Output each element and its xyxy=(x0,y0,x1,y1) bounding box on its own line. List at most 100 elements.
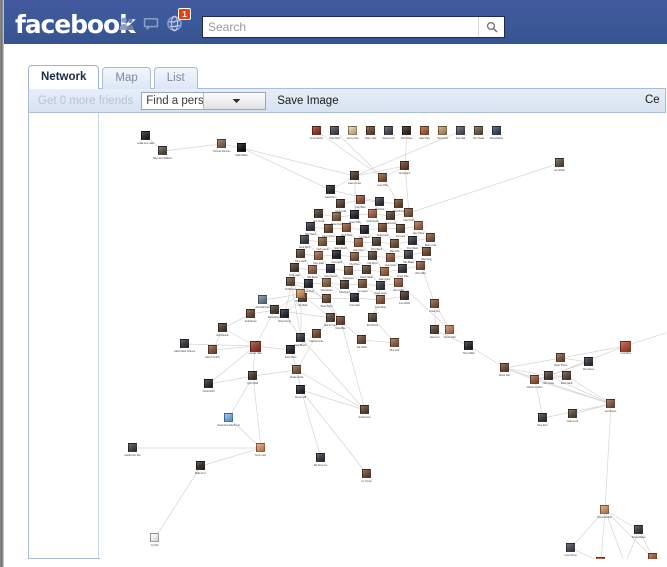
graph-node[interactable]: Alec Shaw xyxy=(413,221,424,235)
graph-node[interactable]: Mae Holt xyxy=(390,239,399,253)
search-input[interactable] xyxy=(203,17,478,37)
graph-node[interactable]: Emil Rossi xyxy=(367,313,378,327)
graph-node[interactable]: Toby Nash xyxy=(295,249,306,263)
graph-node[interactable]: Ines Wolfe xyxy=(399,291,410,305)
graph-node[interactable]: Raymond Watson xyxy=(153,146,172,160)
toolbar-right-label[interactable]: Ce xyxy=(645,94,661,106)
search-button[interactable] xyxy=(478,17,504,37)
graph-node[interactable]: Noelle Frank xyxy=(290,365,303,379)
graph-node[interactable]: Aziz Rahman xyxy=(255,295,270,309)
graph-node[interactable]: Nell Burke xyxy=(307,265,318,279)
graph-node[interactable]: Pia Grieve xyxy=(583,357,594,371)
tab-list[interactable]: List xyxy=(153,67,198,89)
graph-node[interactable]: Nina Frost xyxy=(331,212,342,226)
find-person-dropdown[interactable]: Find a person... xyxy=(141,91,267,110)
graph-node[interactable]: Kai Odell xyxy=(357,335,366,349)
graph-node[interactable]: Cleo Dale xyxy=(313,251,324,265)
graph-node[interactable]: Liam Pike xyxy=(377,173,388,187)
graph-node[interactable]: Petra Kline xyxy=(285,345,296,359)
graph-node[interactable]: Jude Rowe xyxy=(244,309,257,323)
graph-node[interactable]: Nora Birch xyxy=(299,235,310,249)
graph-node[interactable]: Marcel Ames xyxy=(310,329,324,343)
graph-node[interactable]: Anne Morris xyxy=(310,126,323,140)
graph-node[interactable]: Nina Ferri xyxy=(537,413,548,427)
graph-node[interactable]: Elsa Gray xyxy=(421,247,432,261)
graph-node[interactable]: Rosa Medina xyxy=(597,505,612,519)
graph-node[interactable]: Ruth Doyle xyxy=(367,209,379,223)
graph-node[interactable]: Wren Ellis xyxy=(415,261,426,275)
graph-node[interactable]: Ezra Lake xyxy=(289,263,300,277)
graph-node[interactable]: Hugh Best xyxy=(341,223,352,237)
graph-node[interactable]: Jade Flynn xyxy=(353,238,364,252)
graph-node[interactable]: Hector Vale xyxy=(249,341,262,355)
graph-node[interactable]: Owen Platt xyxy=(349,210,360,224)
graph-node[interactable]: Nola Pike xyxy=(335,316,346,330)
graph-node[interactable]: Paul Shaw xyxy=(401,126,412,140)
facebook-logo[interactable]: facebook xyxy=(15,12,136,37)
graph-node[interactable]: Marta Lio Ricci xyxy=(527,375,542,389)
graph-node[interactable]: Cody Lamb xyxy=(316,237,329,251)
graph-node[interactable]: Isla Vance xyxy=(343,266,354,280)
graph-node[interactable]: Zara Bloom xyxy=(294,333,307,347)
graph-node[interactable]: Dan Pratt xyxy=(403,208,414,222)
graph-node[interactable]: Eden Rush xyxy=(335,236,347,250)
graph-node[interactable]: Bella Cruz xyxy=(195,461,206,475)
graph-node[interactable]: Niamh Corbin xyxy=(205,345,220,359)
graph-node[interactable]: Kit Barnes xyxy=(285,277,296,291)
graph-node[interactable]: Cara Dunn xyxy=(325,185,336,199)
graph-node[interactable]: Milo Reed xyxy=(305,222,316,236)
graph-node[interactable]: Rosa Marsh xyxy=(490,126,503,140)
graph-node[interactable]: Dario Tosca xyxy=(554,353,567,367)
graph-node[interactable]: Beau Trent xyxy=(321,294,332,308)
graph-node[interactable]: Tom Reed xyxy=(473,126,484,140)
save-image-button[interactable]: Save Image xyxy=(277,95,338,107)
graph-node[interactable]: Elvio Nardi xyxy=(561,371,572,385)
graph-node[interactable]: Faye Quinn xyxy=(322,224,335,238)
network-graph[interactable]: Leslie Ann Lake Raymond Watson Thomas Dunc… xyxy=(100,113,666,559)
graph-node[interactable]: Jonah Pike xyxy=(397,264,409,278)
graph-node[interactable]: Amara Ince xyxy=(358,405,371,419)
graph-node[interactable]: Abe Cross xyxy=(313,209,324,223)
graph-node[interactable]: Selma Cope xyxy=(324,313,337,327)
graph-node[interactable]: Ronan Hill xyxy=(295,385,306,399)
graph-node[interactable]: Mona Sarr xyxy=(499,363,510,377)
graph-node[interactable]: Sara Lyons xyxy=(382,126,395,140)
graph-node[interactable]: Zoe Rae xyxy=(375,197,384,211)
graph-node[interactable]: Bryn Hale xyxy=(295,289,306,303)
messages-icon[interactable] xyxy=(142,14,159,32)
graph-node[interactable]: Cora Vale xyxy=(349,293,360,307)
graph-node[interactable]: Ian Webb xyxy=(554,158,565,172)
graph-node[interactable]: Otis Blake xyxy=(403,250,414,264)
graph-node[interactable]: Ivy Crook xyxy=(361,469,372,483)
graph-node[interactable]: Mira Volk xyxy=(390,338,399,352)
graph-node[interactable]: Adam Hart xyxy=(365,126,376,140)
graph-node[interactable]: Leslie Ann Lake xyxy=(137,131,154,145)
graph-node[interactable]: Tomas Bravo xyxy=(631,525,646,539)
graph-node[interactable]: Hal Dunn xyxy=(367,251,378,265)
graph-node[interactable]: Rory Beck xyxy=(371,237,382,251)
graph-canvas[interactable]: Leslie Ann Lake Raymond Watson Thomas Dunc… xyxy=(28,113,666,559)
graph-node[interactable]: Tess Bond xyxy=(393,199,404,213)
graph-node[interactable]: Ken Bliss xyxy=(356,195,366,209)
graph-node[interactable]: Kate Lomax xyxy=(348,171,361,185)
search-box[interactable] xyxy=(202,16,505,38)
graph-node[interactable]: Tara Finch xyxy=(339,280,350,294)
graph-node[interactable]: Sage Hope xyxy=(374,281,387,295)
graph-node[interactable]: Greta Lim xyxy=(429,299,440,313)
graph-node[interactable]: Pia Moss xyxy=(350,252,360,266)
graph-node[interactable]: Vera Snow xyxy=(385,253,396,267)
graph-node[interactable]: Dex Moran xyxy=(321,278,332,292)
graph-node[interactable]: Bram Cole xyxy=(425,233,436,247)
friend-requests-icon[interactable] xyxy=(118,14,135,32)
graph-node[interactable]: Gus Field xyxy=(331,250,342,264)
tab-map[interactable]: Map xyxy=(102,67,151,89)
tab-network[interactable]: Network xyxy=(28,65,100,89)
graph-node[interactable]: Finn Ward xyxy=(407,236,418,250)
graph-node[interactable]: Luca Bray xyxy=(375,295,386,309)
graph-node[interactable]: Quinn Bell xyxy=(247,371,258,385)
graph-node[interactable]: Gail Lowe xyxy=(385,211,396,225)
graph-node[interactable]: Ida Seymour xyxy=(314,453,327,467)
graph-node[interactable]: Ali Vaughn xyxy=(399,161,410,175)
graph-node[interactable]: Joy Arnold xyxy=(335,199,346,213)
graph-node[interactable]: Oscar Reid xyxy=(203,379,215,393)
